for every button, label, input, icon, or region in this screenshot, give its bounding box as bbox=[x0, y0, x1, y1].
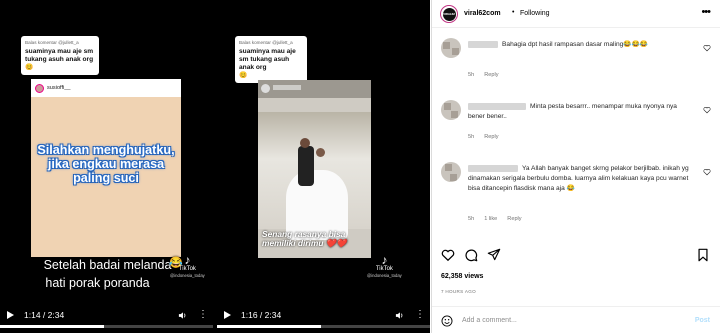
more-options-icon[interactable]: ⋮ bbox=[198, 309, 208, 320]
reply-emoji: 😊 bbox=[239, 72, 248, 79]
volume-icon[interactable] bbox=[178, 311, 187, 320]
tiktok-watermark: ♪ TikTok @indonesia_today bbox=[367, 254, 402, 279]
save-bookmark-icon[interactable] bbox=[696, 248, 710, 262]
more-options-icon[interactable]: ••• bbox=[701, 6, 711, 18]
tiktok-watermark: ♪ TikTok @indonesia_today bbox=[170, 254, 205, 279]
comment-text-row: Bahagia dpt hasil rampasan dasar maling😂… bbox=[468, 40, 694, 50]
video-area: Balas komentar @jullett_a suaminya mau a… bbox=[0, 0, 430, 333]
progress-track[interactable] bbox=[217, 325, 430, 328]
video-controls: 1:16 / 2:34 ⋮ bbox=[217, 303, 430, 333]
groom-head bbox=[300, 138, 310, 148]
tiktok-note-icon: ♪ bbox=[381, 253, 388, 267]
video-player-1[interactable]: Balas komentar @jullett_a suaminya mau a… bbox=[0, 0, 213, 333]
comment-meta: 5h Reply bbox=[468, 134, 509, 140]
post-age: 7 HOURS AGO bbox=[441, 289, 476, 294]
post-button[interactable]: Post bbox=[695, 317, 710, 324]
frame-profile-bar: susioffi__ bbox=[31, 79, 181, 97]
like-comment-icon[interactable] bbox=[703, 106, 711, 114]
video-frame: susioffi__ Silahkan menghujatku, jika en… bbox=[31, 79, 181, 257]
video-time: 1:16 / 2:34 bbox=[241, 310, 282, 320]
comment-text-row: Ya Allah banyak banget skrng pelakor ber… bbox=[468, 164, 694, 194]
comment-meta: 5h 1 like Reply bbox=[468, 216, 532, 222]
caption-hearts: ❤️❤️ bbox=[325, 238, 347, 248]
comment-likes[interactable]: 1 like bbox=[484, 216, 497, 222]
tiktok-account: @indonesia_today bbox=[170, 273, 205, 278]
progress-track[interactable] bbox=[0, 325, 213, 328]
blurred-username bbox=[468, 164, 518, 172]
groom-figure bbox=[298, 146, 314, 186]
avatar bbox=[35, 83, 44, 93]
volume-icon[interactable] bbox=[395, 311, 404, 320]
separator-dot: • bbox=[512, 9, 515, 16]
frame-username: susioffi__ bbox=[47, 85, 71, 91]
avatar[interactable] bbox=[441, 162, 461, 182]
reply-header: Balas komentar @jullett_a bbox=[25, 40, 79, 45]
comment-time: 5h bbox=[468, 216, 475, 222]
video-time: 1:14 / 2:34 bbox=[24, 310, 65, 320]
reply-comment-bubble: Balas komentar @jullett_a suaminya mau a… bbox=[235, 36, 307, 83]
video-frame: Senang rasanya bisa memiliki dirimu ❤️❤️ bbox=[258, 80, 371, 258]
avatar-text: VIRAL62 bbox=[442, 7, 456, 21]
comment-time: 5h bbox=[468, 134, 475, 140]
avatar[interactable] bbox=[441, 38, 461, 58]
caption-line-2: memiliki dirimu bbox=[262, 238, 324, 248]
frame-username-placeholder bbox=[273, 85, 301, 90]
follow-status[interactable]: Following bbox=[520, 10, 550, 17]
like-comment-icon[interactable] bbox=[703, 44, 711, 52]
share-icon[interactable] bbox=[487, 248, 501, 262]
profile-avatar[interactable]: VIRAL62 bbox=[440, 5, 458, 23]
blurred-username bbox=[468, 102, 526, 110]
add-comment-row: Add a comment... Post bbox=[432, 306, 720, 333]
post-header: VIRAL62 viral62com • Following ••• bbox=[432, 0, 720, 28]
like-icon[interactable] bbox=[441, 248, 455, 262]
tiktok-label: TikTok bbox=[375, 266, 393, 272]
comment-text-row: Minta pesta besarrr.. menampar muka nyon… bbox=[468, 102, 694, 122]
avatar[interactable] bbox=[441, 100, 461, 120]
reply-text: suaminya mau aje sm tukang asuh anak org bbox=[239, 48, 296, 71]
post-actions bbox=[432, 248, 720, 266]
video-controls: 1:14 / 2:34 ⋮ bbox=[0, 303, 213, 333]
reply-link[interactable]: Reply bbox=[507, 216, 521, 222]
reply-header: Balas komentar @jullett_a bbox=[239, 40, 293, 45]
avatar bbox=[261, 84, 270, 93]
frame-caption: Senang rasanya bisa memiliki dirimu ❤️❤️ bbox=[262, 230, 367, 248]
bride-head bbox=[316, 148, 325, 157]
reply-link[interactable]: Reply bbox=[484, 72, 498, 78]
reply-emoji: 😊 bbox=[25, 64, 34, 71]
play-icon[interactable] bbox=[7, 311, 14, 319]
comment-icon[interactable] bbox=[464, 248, 478, 262]
play-icon[interactable] bbox=[224, 311, 231, 319]
progress-fill bbox=[0, 325, 105, 328]
tiktok-label: TikTok bbox=[178, 266, 196, 272]
add-comment-input[interactable]: Add a comment... bbox=[462, 317, 517, 324]
like-comment-icon[interactable] bbox=[703, 168, 711, 176]
reply-comment-bubble: Balas komentar @jullett_a suaminya mau a… bbox=[21, 36, 99, 75]
subtitle-line-2: hati porak poranda bbox=[45, 276, 150, 290]
tiktok-note-icon: ♪ bbox=[184, 253, 191, 267]
instagram-panel: VIRAL62 viral62com • Following ••• Bahag… bbox=[431, 0, 720, 333]
progress-fill bbox=[217, 325, 322, 328]
screenshot-root: Balas komentar @jullett_a suaminya mau a… bbox=[0, 0, 720, 333]
emoji-icon[interactable] bbox=[441, 315, 453, 327]
blurred-username bbox=[468, 40, 498, 48]
comment-meta: 5h Reply bbox=[468, 72, 509, 78]
wedding-photo bbox=[258, 112, 371, 240]
reply-text: suaminya mau aje sm tukang asuh anak org bbox=[25, 48, 94, 63]
comment-time: 5h bbox=[468, 72, 475, 78]
reply-link[interactable]: Reply bbox=[484, 134, 498, 140]
frame-quote: Silahkan menghujatku, jika engkau merasa… bbox=[37, 143, 175, 185]
comment-text: Bahagia dpt hasil rampasan dasar maling😂… bbox=[502, 41, 648, 48]
tiktok-account: @indonesia_today bbox=[367, 273, 402, 278]
view-count[interactable]: 62,358 views bbox=[441, 273, 483, 280]
username[interactable]: viral62com bbox=[464, 10, 501, 17]
more-options-icon[interactable]: ⋮ bbox=[415, 309, 425, 320]
